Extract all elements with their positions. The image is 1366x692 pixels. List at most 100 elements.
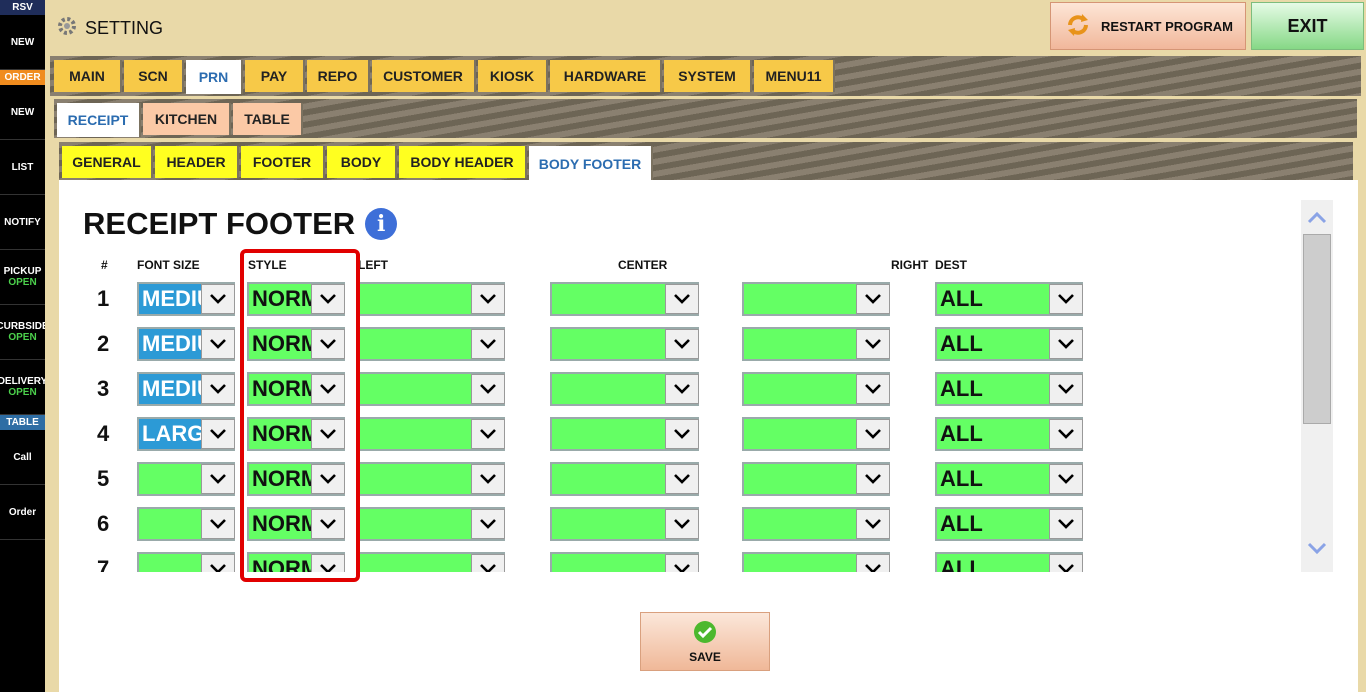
sidebar-item-notify[interactable]: NOTIFY <box>0 195 45 250</box>
tab-receipt[interactable]: RECEIPT <box>57 103 141 137</box>
dest-dropdown[interactable]: ALL <box>935 462 1083 496</box>
font-size-dropdown[interactable] <box>137 552 235 572</box>
chevron-down-icon[interactable] <box>856 509 890 539</box>
dest-dropdown[interactable]: ALL <box>935 282 1083 316</box>
dest-dropdown[interactable]: ALL <box>935 417 1083 451</box>
tab-pay[interactable]: PAY <box>245 60 305 92</box>
chevron-down-icon[interactable] <box>1049 554 1083 572</box>
sidebar-item-new[interactable]: NEW <box>0 85 45 140</box>
tab-body-header[interactable]: BODY HEADER <box>399 146 527 178</box>
tab-customer[interactable]: CUSTOMER <box>372 60 476 92</box>
right-text-dropdown[interactable] <box>742 552 890 572</box>
right-text-dropdown[interactable] <box>742 507 890 541</box>
chevron-down-icon[interactable] <box>856 284 890 314</box>
right-text-dropdown[interactable] <box>742 327 890 361</box>
tab-scn[interactable]: SCN <box>124 60 184 92</box>
chevron-down-icon[interactable] <box>471 554 505 572</box>
sidebar-item-new[interactable]: NEW <box>0 15 45 70</box>
font-size-dropdown[interactable] <box>137 507 235 541</box>
dest-dropdown[interactable]: ALL <box>935 372 1083 406</box>
tab-header[interactable]: HEADER <box>155 146 239 178</box>
save-button[interactable]: SAVE <box>640 612 770 671</box>
chevron-down-icon[interactable] <box>471 374 505 404</box>
sidebar-item-call[interactable]: Call <box>0 430 45 485</box>
chevron-down-icon[interactable] <box>1049 509 1083 539</box>
tab-general[interactable]: GENERAL <box>62 146 153 178</box>
tab-body-footer[interactable]: BODY FOOTER <box>529 146 653 182</box>
font-size-dropdown[interactable]: LARGE <box>137 417 235 451</box>
chevron-down-icon[interactable] <box>201 509 235 539</box>
tab-prn[interactable]: PRN <box>186 60 243 94</box>
left-text-dropdown[interactable] <box>357 417 505 451</box>
chevron-down-icon[interactable] <box>665 554 699 572</box>
center-text-dropdown[interactable] <box>550 372 699 406</box>
tab-kitchen[interactable]: KITCHEN <box>143 103 231 135</box>
center-text-dropdown[interactable] <box>550 462 699 496</box>
tab-main[interactable]: MAIN <box>54 60 122 92</box>
chevron-down-icon[interactable] <box>201 554 235 572</box>
chevron-down-icon[interactable] <box>1049 284 1083 314</box>
chevron-down-icon[interactable] <box>856 374 890 404</box>
info-icon[interactable]: i <box>365 208 398 240</box>
sidebar-item-order[interactable]: Order <box>0 485 45 540</box>
right-text-dropdown[interactable] <box>742 372 890 406</box>
left-text-dropdown[interactable] <box>357 552 505 572</box>
chevron-down-icon[interactable] <box>471 464 505 494</box>
chevron-down-icon[interactable] <box>1049 329 1083 359</box>
chevron-down-icon[interactable] <box>471 509 505 539</box>
center-text-dropdown[interactable] <box>550 552 699 572</box>
chevron-down-icon[interactable] <box>665 419 699 449</box>
tab-repo[interactable]: REPO <box>307 60 370 92</box>
tab-system[interactable]: SYSTEM <box>664 60 752 92</box>
chevron-down-icon[interactable] <box>201 419 235 449</box>
vertical-scrollbar[interactable] <box>1301 200 1333 572</box>
left-text-dropdown[interactable] <box>357 327 505 361</box>
center-text-dropdown[interactable] <box>550 327 699 361</box>
right-text-dropdown[interactable] <box>742 462 890 496</box>
chevron-down-icon[interactable] <box>856 464 890 494</box>
left-text-dropdown[interactable] <box>357 282 505 316</box>
dest-dropdown[interactable]: ALL <box>935 507 1083 541</box>
tab-menu11[interactable]: MENU11 <box>754 60 835 92</box>
tab-body[interactable]: BODY <box>327 146 397 178</box>
restart-program-button[interactable]: RESTART PROGRAM <box>1050 2 1246 50</box>
chevron-down-icon[interactable] <box>665 374 699 404</box>
chevron-down-icon[interactable] <box>665 284 699 314</box>
chevron-down-icon[interactable] <box>665 329 699 359</box>
chevron-down-icon[interactable] <box>1049 464 1083 494</box>
tab-footer[interactable]: FOOTER <box>241 146 325 178</box>
center-text-dropdown[interactable] <box>550 282 699 316</box>
scrollbar-thumb[interactable] <box>1303 234 1331 424</box>
exit-button[interactable]: EXIT <box>1251 2 1364 50</box>
center-text-dropdown[interactable] <box>550 507 699 541</box>
font-size-dropdown[interactable]: MEDIUM <box>137 282 235 316</box>
right-text-dropdown[interactable] <box>742 282 890 316</box>
tab-table[interactable]: TABLE <box>233 103 303 135</box>
chevron-down-icon[interactable] <box>856 554 890 572</box>
chevron-down-icon[interactable] <box>471 284 505 314</box>
sidebar-item-delivery[interactable]: DELIVERY OPEN <box>0 360 45 415</box>
left-text-dropdown[interactable] <box>357 462 505 496</box>
sidebar-item-pickup[interactable]: PICKUP OPEN <box>0 250 45 305</box>
chevron-down-icon[interactable] <box>665 509 699 539</box>
left-text-dropdown[interactable] <box>357 507 505 541</box>
chevron-down-icon[interactable] <box>856 419 890 449</box>
right-text-dropdown[interactable] <box>742 417 890 451</box>
chevron-down-icon[interactable] <box>201 329 235 359</box>
chevron-down-icon[interactable] <box>856 329 890 359</box>
dest-dropdown[interactable]: ALL <box>935 327 1083 361</box>
chevron-down-icon[interactable] <box>665 464 699 494</box>
tab-kiosk[interactable]: KIOSK <box>478 60 548 92</box>
dest-dropdown[interactable]: ALL <box>935 552 1083 572</box>
chevron-down-icon[interactable] <box>1049 419 1083 449</box>
chevron-down-icon[interactable] <box>201 464 235 494</box>
center-text-dropdown[interactable] <box>550 417 699 451</box>
tab-hardware[interactable]: HARDWARE <box>550 60 662 92</box>
chevron-down-icon[interactable] <box>201 374 235 404</box>
chevron-down-icon[interactable] <box>471 329 505 359</box>
scroll-down-icon[interactable] <box>1307 542 1327 561</box>
chevron-down-icon[interactable] <box>471 419 505 449</box>
chevron-down-icon[interactable] <box>201 284 235 314</box>
font-size-dropdown[interactable]: MEDIUM <box>137 372 235 406</box>
chevron-down-icon[interactable] <box>1049 374 1083 404</box>
